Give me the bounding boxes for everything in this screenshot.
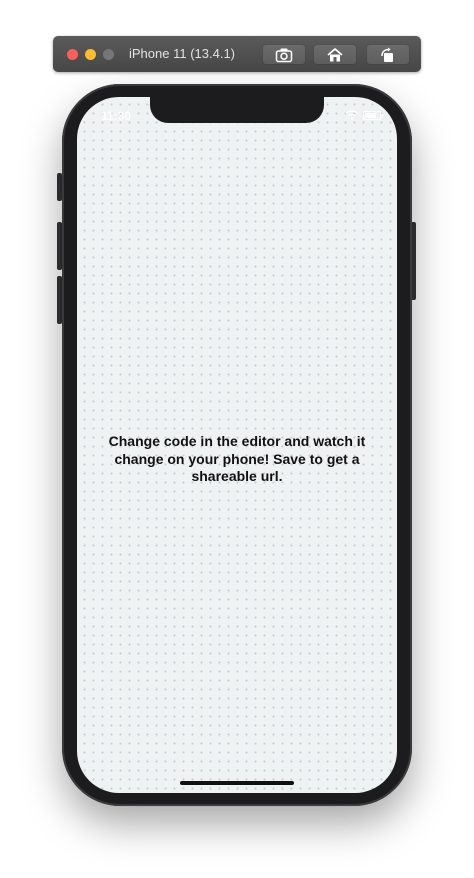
close-window-button[interactable] — [67, 49, 78, 60]
app-message: Change code in the editor and watch it c… — [108, 433, 366, 484]
camera-icon — [275, 48, 293, 62]
home-indicator[interactable] — [180, 781, 294, 785]
screenshot-button[interactable] — [262, 44, 306, 65]
home-button[interactable] — [313, 44, 357, 65]
minimize-window-button[interactable] — [85, 49, 96, 60]
home-icon — [327, 47, 343, 61]
simulator-toolbar: iPhone 11 (13.4.1) — [53, 36, 421, 72]
rotate-button[interactable] — [366, 44, 410, 65]
zoom-window-button[interactable] — [103, 49, 114, 60]
window-title: iPhone 11 (13.4.1) — [129, 46, 235, 61]
rotate-icon — [381, 47, 393, 62]
wifi-icon — [345, 110, 359, 120]
device-screen[interactable]: 11:30 Change code in the editor and watc… — [77, 97, 397, 793]
status-time: 11:30 — [101, 109, 132, 123]
device-notch — [150, 97, 324, 123]
simulator-stage: iPhone 11 (13.4.1) 11:30 Change code in … — [0, 0, 474, 878]
battery-icon — [363, 111, 383, 120]
battery-level — [365, 113, 377, 118]
